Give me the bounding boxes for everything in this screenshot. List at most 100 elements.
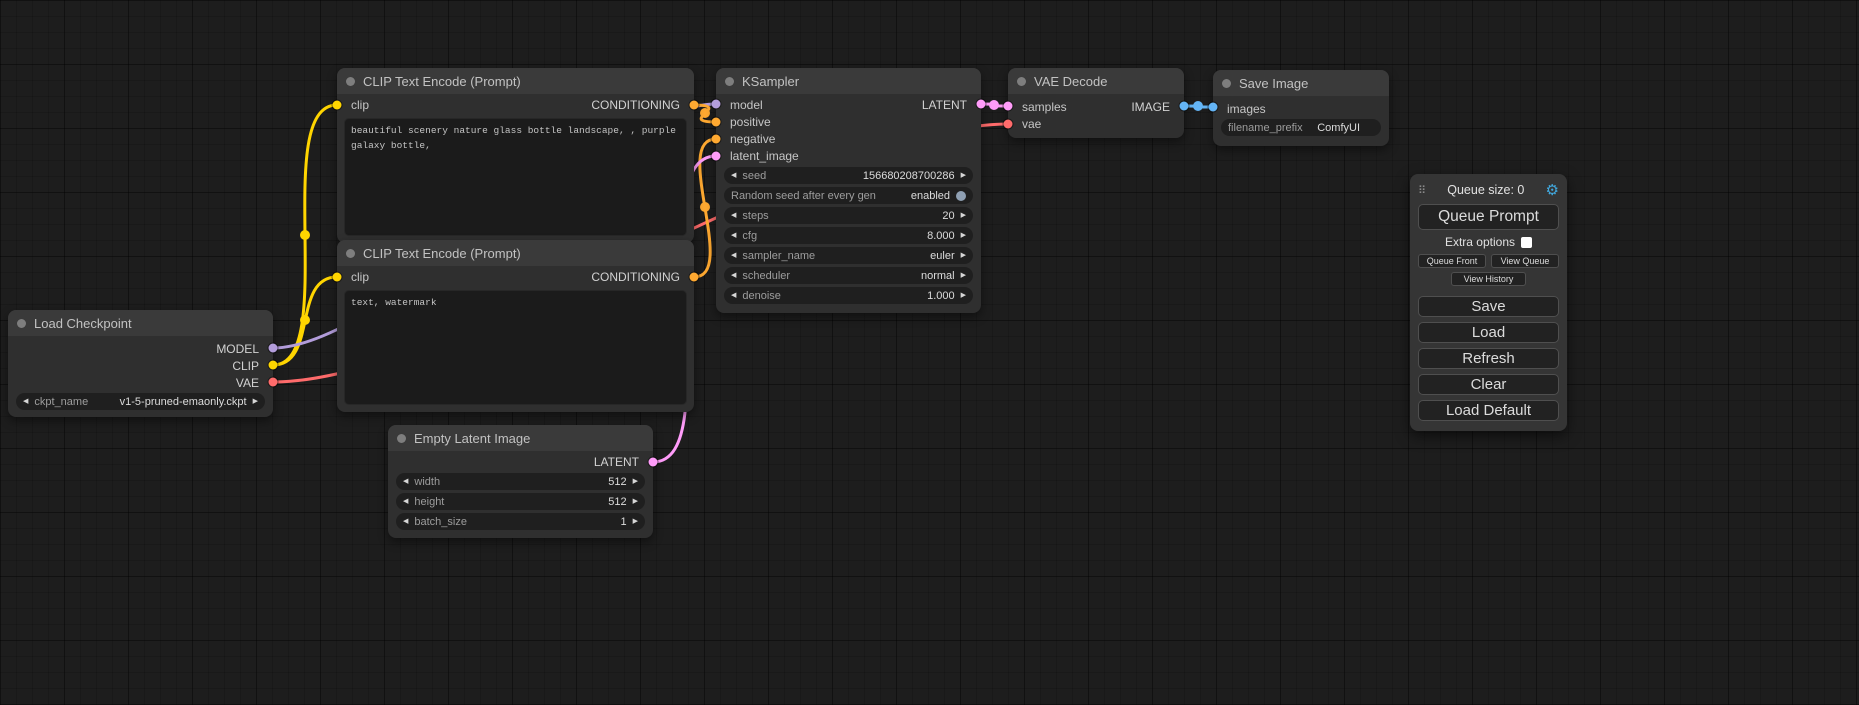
increment-arrow-icon[interactable]: ▶ <box>633 498 638 505</box>
queue-prompt-button[interactable]: Queue Prompt <box>1418 204 1559 230</box>
node-titlebar[interactable]: CLIP Text Encode (Prompt) <box>337 240 694 266</box>
node-vae-decode[interactable]: VAE Decode samples IMAGE vae <box>1008 68 1184 138</box>
port-input-positive[interactable] <box>712 118 721 127</box>
widget-filename-prefix[interactable]: filename_prefix ComfyUI <box>1221 119 1381 136</box>
increment-arrow-icon[interactable]: ▶ <box>961 232 966 239</box>
widget-scheduler[interactable]: ◀ scheduler normal ▶ <box>724 267 973 284</box>
output-label-vae: VAE <box>236 376 259 390</box>
collapse-dot-icon[interactable] <box>397 434 406 443</box>
settings-gear-icon[interactable]: ⚙ <box>1546 181 1559 199</box>
positive-prompt-textarea[interactable]: beautiful scenery nature glass bottle la… <box>344 118 687 236</box>
port-output-conditioning[interactable] <box>690 101 699 110</box>
port-output-vae[interactable] <box>269 378 278 387</box>
view-queue-button[interactable]: View Queue <box>1491 254 1559 268</box>
decrement-arrow-icon[interactable]: ◀ <box>403 518 408 525</box>
node-title: CLIP Text Encode (Prompt) <box>363 74 521 89</box>
collapse-dot-icon[interactable] <box>17 319 26 328</box>
link-midpoint-dot <box>700 108 710 118</box>
port-input-clip[interactable] <box>333 273 342 282</box>
view-history-button[interactable]: View History <box>1451 272 1527 286</box>
port-input-clip[interactable] <box>333 101 342 110</box>
widget-random-seed-toggle[interactable]: Random seed after every gen enabled <box>724 187 973 204</box>
slot-row: MODEL <box>8 340 273 357</box>
widget-label: steps <box>742 210 768 222</box>
decrement-arrow-icon[interactable]: ◀ <box>23 398 28 405</box>
port-input-negative[interactable] <box>712 135 721 144</box>
toggle-dot-icon[interactable] <box>956 191 966 201</box>
decrement-arrow-icon[interactable]: ◀ <box>731 232 736 239</box>
widget-sampler-name[interactable]: ◀ sampler_name euler ▶ <box>724 247 973 264</box>
node-ksampler[interactable]: KSampler model LATENT positive negative … <box>716 68 981 313</box>
queue-front-button[interactable]: Queue Front <box>1418 254 1486 268</box>
increment-arrow-icon[interactable]: ▶ <box>633 478 638 485</box>
decrement-arrow-icon[interactable]: ◀ <box>731 272 736 279</box>
node-titlebar[interactable]: Load Checkpoint <box>8 310 273 336</box>
widget-height[interactable]: ◀ height 512 ▶ <box>396 493 645 510</box>
clear-button[interactable]: Clear <box>1418 374 1559 395</box>
widget-ckpt-name[interactable]: ◀ ckpt_name v1-5-pruned-emaonly.ckpt ▶ <box>16 393 265 410</box>
output-label-model: MODEL <box>216 342 259 356</box>
node-titlebar[interactable]: KSampler <box>716 68 981 94</box>
widget-value: 1.000 <box>927 290 955 302</box>
widget-steps[interactable]: ◀ steps 20 ▶ <box>724 207 973 224</box>
widget-label: ckpt_name <box>34 396 88 408</box>
node-titlebar[interactable]: VAE Decode <box>1008 68 1184 94</box>
node-clip-text-encode-negative[interactable]: CLIP Text Encode (Prompt) clip CONDITION… <box>337 240 694 412</box>
port-output-latent[interactable] <box>649 458 658 467</box>
collapse-dot-icon[interactable] <box>346 249 355 258</box>
increment-arrow-icon[interactable]: ▶ <box>961 272 966 279</box>
output-label-conditioning: CONDITIONING <box>591 98 680 112</box>
decrement-arrow-icon[interactable]: ◀ <box>403 498 408 505</box>
port-input-model[interactable] <box>712 100 721 109</box>
widget-value: v1-5-pruned-emaonly.ckpt <box>120 396 247 408</box>
drag-handle-icon[interactable]: ⠿ <box>1418 184 1426 197</box>
collapse-dot-icon[interactable] <box>1222 79 1231 88</box>
node-clip-text-encode-positive[interactable]: CLIP Text Encode (Prompt) clip CONDITION… <box>337 68 694 243</box>
port-input-images[interactable] <box>1209 103 1218 112</box>
node-empty-latent-image[interactable]: Empty Latent Image LATENT ◀ width 512 ▶ … <box>388 425 653 538</box>
save-button[interactable]: Save <box>1418 296 1559 317</box>
decrement-arrow-icon[interactable]: ◀ <box>731 252 736 259</box>
node-save-image[interactable]: Save Image images filename_prefix ComfyU… <box>1213 70 1389 146</box>
link-midpoint-dot <box>300 230 310 240</box>
widget-batch-size[interactable]: ◀ batch_size 1 ▶ <box>396 513 645 530</box>
increment-arrow-icon[interactable]: ▶ <box>961 252 966 259</box>
widget-width[interactable]: ◀ width 512 ▶ <box>396 473 645 490</box>
port-output-clip[interactable] <box>269 361 278 370</box>
decrement-arrow-icon[interactable]: ◀ <box>403 478 408 485</box>
increment-arrow-icon[interactable]: ▶ <box>961 212 966 219</box>
port-output-latent[interactable] <box>977 100 986 109</box>
port-output-image[interactable] <box>1180 102 1189 111</box>
collapse-dot-icon[interactable] <box>725 77 734 86</box>
widget-label: scheduler <box>742 270 790 282</box>
node-load-checkpoint[interactable]: Load Checkpoint MODEL CLIP VAE ◀ ckpt_na… <box>8 310 273 417</box>
port-input-latent-image[interactable] <box>712 152 721 161</box>
extra-options-checkbox[interactable] <box>1521 237 1532 248</box>
collapse-dot-icon[interactable] <box>1017 77 1026 86</box>
port-input-vae[interactable] <box>1004 120 1013 129</box>
refresh-button[interactable]: Refresh <box>1418 348 1559 369</box>
node-titlebar[interactable]: CLIP Text Encode (Prompt) <box>337 68 694 94</box>
output-label-clip: CLIP <box>232 359 259 373</box>
increment-arrow-icon[interactable]: ▶ <box>253 398 258 405</box>
port-output-model[interactable] <box>269 344 278 353</box>
load-default-button[interactable]: Load Default <box>1418 400 1559 421</box>
increment-arrow-icon[interactable]: ▶ <box>961 292 966 299</box>
increment-arrow-icon[interactable]: ▶ <box>633 518 638 525</box>
node-titlebar[interactable]: Save Image <box>1213 70 1389 96</box>
negative-prompt-textarea[interactable]: text, watermark <box>344 290 687 405</box>
collapse-dot-icon[interactable] <box>346 77 355 86</box>
decrement-arrow-icon[interactable]: ◀ <box>731 172 736 179</box>
node-titlebar[interactable]: Empty Latent Image <box>388 425 653 451</box>
widget-label: filename_prefix <box>1228 122 1303 134</box>
load-button[interactable]: Load <box>1418 322 1559 343</box>
decrement-arrow-icon[interactable]: ◀ <box>731 212 736 219</box>
port-output-conditioning[interactable] <box>690 273 699 282</box>
decrement-arrow-icon[interactable]: ◀ <box>731 292 736 299</box>
port-input-samples[interactable] <box>1004 102 1013 111</box>
widget-denoise[interactable]: ◀ denoise 1.000 ▶ <box>724 287 973 304</box>
increment-arrow-icon[interactable]: ▶ <box>961 172 966 179</box>
graph-canvas[interactable]: { "canvas": {"background": "#1d1d1d"}, "… <box>0 0 1859 705</box>
widget-seed[interactable]: ◀ seed 156680208700286 ▶ <box>724 167 973 184</box>
widget-cfg[interactable]: ◀ cfg 8.000 ▶ <box>724 227 973 244</box>
